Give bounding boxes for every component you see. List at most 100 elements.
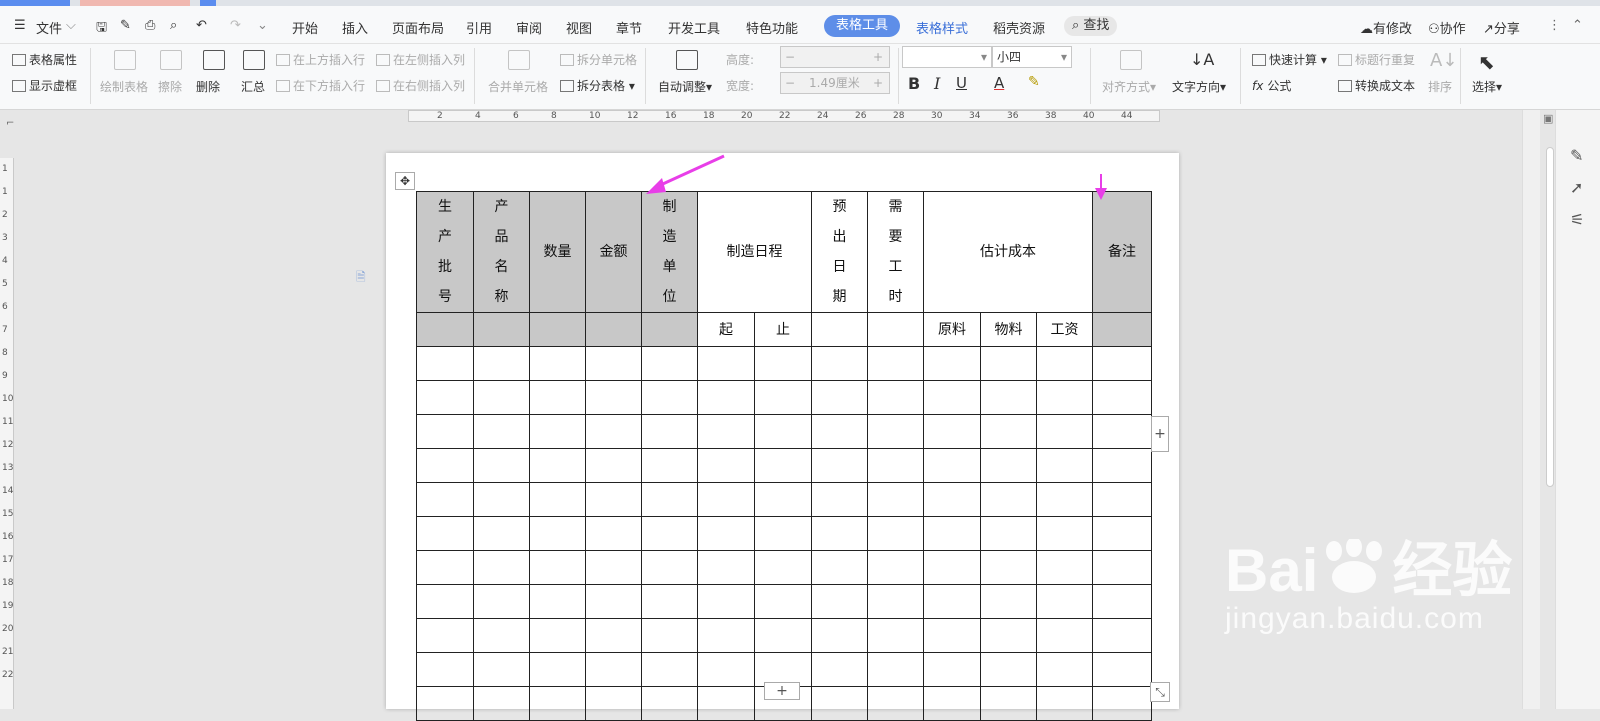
table-cell[interactable] xyxy=(811,652,868,687)
table-cell[interactable] xyxy=(980,550,1037,585)
more-icon[interactable]: ⋮ xyxy=(1548,18,1561,33)
header-cell[interactable]: 产品名称 xyxy=(473,191,530,313)
table-cell[interactable] xyxy=(1092,618,1152,653)
table-cell[interactable] xyxy=(867,482,924,517)
table-cell[interactable] xyxy=(923,448,981,483)
tab-references[interactable]: 引用 xyxy=(466,18,492,37)
table-cell[interactable] xyxy=(416,312,474,347)
table-cell[interactable] xyxy=(473,414,530,449)
table-cell[interactable] xyxy=(923,414,981,449)
table-cell[interactable] xyxy=(923,550,981,585)
select-button[interactable]: 选择▾ xyxy=(1472,78,1502,95)
table-cell[interactable] xyxy=(811,618,868,653)
header-cell[interactable]: 预出日期 xyxy=(811,191,868,313)
table-cell[interactable] xyxy=(641,312,698,347)
font-color-icon[interactable]: A xyxy=(994,74,1004,92)
save-icon[interactable]: 🖫 xyxy=(96,18,107,40)
table-cell[interactable] xyxy=(980,448,1037,483)
table-cell[interactable] xyxy=(867,414,924,449)
tab-review[interactable]: 审阅 xyxy=(516,18,542,37)
insert-col-left-button[interactable]: 在左侧插入列 xyxy=(376,51,465,68)
table-cell[interactable] xyxy=(980,414,1037,449)
table-cell[interactable] xyxy=(473,380,530,415)
tab-section[interactable]: 章节 xyxy=(616,18,642,37)
table-cell[interactable] xyxy=(1092,686,1152,721)
table-cell[interactable] xyxy=(416,482,474,517)
horizontal-ruler[interactable]: 2 4 6 8 10 12 16 18 20 22 24 26 28 30 34 36 38 40 44 xyxy=(408,110,1160,122)
table-cell[interactable] xyxy=(416,686,474,721)
table-cell[interactable] xyxy=(867,312,924,347)
table-cell[interactable] xyxy=(867,652,924,687)
header-cell[interactable]: 金额 xyxy=(585,191,642,313)
tab-insert[interactable]: 插入 xyxy=(342,18,368,37)
print-preview-icon[interactable]: ⌕ xyxy=(170,18,177,33)
table-cell[interactable] xyxy=(641,482,698,517)
tab-shell-resources[interactable]: 稻壳资源 xyxy=(993,18,1045,37)
table-cell[interactable] xyxy=(1036,652,1093,687)
tab-view[interactable]: 视图 xyxy=(566,18,592,37)
table-cell[interactable] xyxy=(585,448,642,483)
table-cell[interactable] xyxy=(1092,584,1152,619)
decrement-icon[interactable]: − xyxy=(785,73,795,93)
header-cell[interactable]: 备注 xyxy=(1092,191,1152,313)
insert-col-right-button[interactable]: 在右侧插入列 xyxy=(376,77,465,94)
table-cell[interactable] xyxy=(867,584,924,619)
tab-developer[interactable]: 开发工具 xyxy=(668,18,720,37)
table-cell[interactable] xyxy=(1036,550,1093,585)
undo-icon[interactable]: ↶ xyxy=(196,18,207,33)
table-cell[interactable] xyxy=(811,584,868,619)
table-cell[interactable] xyxy=(754,380,812,415)
table-cell[interactable] xyxy=(980,686,1037,721)
table-cell[interactable] xyxy=(811,516,868,551)
table-cell[interactable] xyxy=(585,618,642,653)
table-cell[interactable] xyxy=(529,686,586,721)
table-cell[interactable] xyxy=(416,414,474,449)
vertical-ruler[interactable]: 1 1 2 3 4 5 6 7 8 9 10 11 12 13 14 15 16 17 18 19 20 21 22 xyxy=(0,158,14,709)
increment-icon[interactable]: + xyxy=(873,47,883,67)
table-cell[interactable] xyxy=(529,482,586,517)
underline-icon[interactable]: U xyxy=(956,74,967,92)
header-cell[interactable]: 制造日程 xyxy=(697,191,812,313)
increment-icon[interactable]: + xyxy=(873,73,883,93)
table-cell[interactable] xyxy=(529,448,586,483)
table-cell[interactable] xyxy=(585,380,642,415)
header-cell[interactable]: 生产批号 xyxy=(416,191,474,313)
formula-button[interactable]: fx 公式 xyxy=(1252,77,1291,94)
table-cell[interactable] xyxy=(697,448,755,483)
paragraph-icon[interactable]: 🗎 xyxy=(356,268,366,289)
table-cell[interactable] xyxy=(1092,448,1152,483)
align-button[interactable]: 对齐方式▾ xyxy=(1102,78,1156,95)
table-cell[interactable] xyxy=(867,550,924,585)
height-field[interactable]: − + xyxy=(780,46,890,68)
split-cells-button[interactable]: 拆分单元格 xyxy=(560,51,637,68)
repeat-header-button[interactable]: 标题行重复 xyxy=(1338,51,1415,68)
table-cell[interactable] xyxy=(1036,686,1093,721)
table-cell[interactable] xyxy=(529,652,586,687)
table-cell[interactable] xyxy=(754,618,812,653)
table-cell[interactable] xyxy=(754,584,812,619)
text-direction-button[interactable]: 文字方向▾ xyxy=(1172,78,1226,95)
table-cell[interactable] xyxy=(980,584,1037,619)
table-cell[interactable] xyxy=(473,482,530,517)
table-cell[interactable] xyxy=(697,346,755,381)
table-cell[interactable] xyxy=(980,652,1037,687)
table-cell[interactable] xyxy=(754,482,812,517)
table-cell[interactable] xyxy=(1092,346,1152,381)
table-cell[interactable] xyxy=(529,584,586,619)
table-cell[interactable] xyxy=(416,652,474,687)
header-cell[interactable]: 数量 xyxy=(529,191,586,313)
table-cell[interactable] xyxy=(1036,618,1093,653)
table-cell[interactable] xyxy=(585,652,642,687)
settings-sliders-icon[interactable]: ⚟ xyxy=(1570,210,1584,229)
subheader-cell[interactable]: 止 xyxy=(754,312,812,347)
table-cell[interactable] xyxy=(697,516,755,551)
table-cell[interactable] xyxy=(867,448,924,483)
sort-button[interactable]: 排序 xyxy=(1428,78,1452,95)
tab-table-style[interactable]: 表格样式 xyxy=(916,18,968,37)
table-cell[interactable] xyxy=(867,686,924,721)
table-cell[interactable] xyxy=(585,312,642,347)
auto-fit-button[interactable]: 自动调整▾ xyxy=(658,78,712,95)
table-cell[interactable] xyxy=(473,618,530,653)
table-cell[interactable] xyxy=(529,618,586,653)
table-cell[interactable] xyxy=(585,482,642,517)
